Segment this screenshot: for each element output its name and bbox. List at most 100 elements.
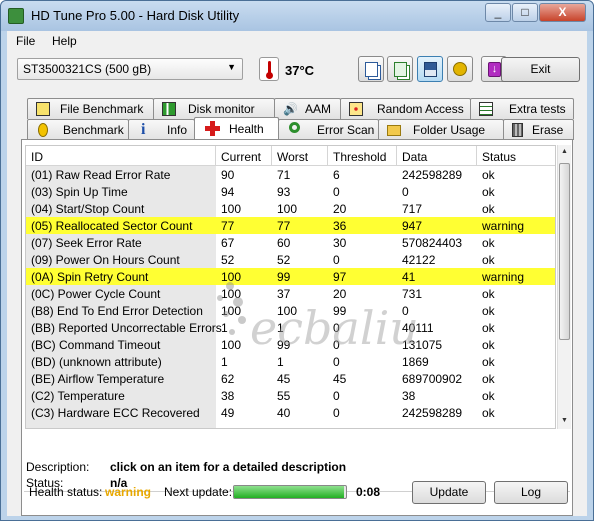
- cell-current: 100: [221, 202, 242, 216]
- cell-status: ok: [482, 236, 495, 250]
- save-button[interactable]: [417, 56, 443, 82]
- cell-id: (07) Seek Error Rate: [31, 236, 142, 250]
- update-progress-fill: [234, 486, 344, 498]
- cell-status: ok: [482, 304, 495, 318]
- menu-help[interactable]: Help: [52, 34, 77, 48]
- scroll-up-arrow-icon[interactable]: ▲: [561, 148, 568, 155]
- cell-data: 0: [402, 304, 409, 318]
- column-header-current[interactable]: Current: [216, 146, 272, 166]
- scrollbar-thumb[interactable]: [559, 163, 570, 340]
- cell-data: 131075: [402, 338, 443, 352]
- scroll-down-arrow-icon[interactable]: ▼: [561, 417, 568, 424]
- cell-id: (C2) Temperature: [31, 389, 125, 403]
- table-row[interactable]: (C2) Temperature 38 55 0 38 ok: [26, 387, 555, 404]
- cell-id: (BD) (unknown attribute): [31, 355, 162, 369]
- table-row[interactable]: (03) Spin Up Time 94 93 0 0 ok: [26, 183, 555, 200]
- tab-file-benchmark[interactable]: File Benchmark: [27, 98, 154, 119]
- options-button[interactable]: [447, 56, 473, 82]
- tab-aam[interactable]: 🔊 AAM: [274, 98, 341, 119]
- title-bar[interactable]: HD Tune Pro 5.00 - Hard Disk Utility _ □…: [1, 1, 593, 31]
- tab-label: Info: [167, 123, 188, 137]
- table-row[interactable]: (BE) Airflow Temperature 62 45 45 689700902 o…: [26, 370, 555, 387]
- cell-worst: 93: [277, 185, 291, 199]
- drive-select[interactable]: ST3500321CS (500 gB) ▼: [17, 58, 243, 80]
- cell-id: (01) Raw Read Error Rate: [31, 168, 171, 182]
- health-status-value: warning: [105, 485, 152, 499]
- cell-status: ok: [482, 253, 495, 267]
- tab-folder-usage[interactable]: Folder Usage: [378, 119, 504, 140]
- minimize-button[interactable]: _: [485, 3, 511, 22]
- tab-erase[interactable]: Erase: [503, 119, 574, 140]
- table-row[interactable]: (C3) Hardware ECC Recovered 49 40 0 24259828…: [26, 404, 555, 421]
- cell-threshold: 99: [333, 304, 347, 318]
- cell-current: 100: [221, 338, 242, 352]
- smart-table[interactable]: ID Current Worst Threshold Data Status (…: [25, 145, 556, 429]
- tab-disk-monitor[interactable]: Disk monitor: [153, 98, 275, 119]
- tab-error-scan[interactable]: Error Scan: [278, 119, 379, 140]
- menu-file[interactable]: File: [16, 34, 35, 48]
- cell-threshold: 0: [333, 389, 340, 403]
- cell-data: 689700902: [402, 372, 463, 386]
- cell-status: warning: [482, 270, 525, 284]
- table-row[interactable]: (BD) (unknown attribute) 1 1 0 1869 ok: [26, 353, 555, 370]
- update-button[interactable]: Update: [412, 481, 486, 504]
- copy-info-button[interactable]: [387, 56, 413, 82]
- tab-info[interactable]: i Info: [128, 119, 195, 140]
- tab-label: Health: [229, 122, 264, 136]
- cell-threshold: 0: [333, 321, 340, 335]
- close-button[interactable]: X: [539, 3, 586, 22]
- tab-health[interactable]: Health: [194, 117, 279, 139]
- cell-status: ok: [482, 372, 495, 386]
- folder-icon: [387, 125, 401, 136]
- cell-worst: 100: [277, 304, 298, 318]
- magnifier-icon: [289, 122, 300, 133]
- tab-random-access[interactable]: Random Access: [340, 98, 471, 119]
- cell-worst: 77: [277, 219, 291, 233]
- menu-bar: File Help: [7, 31, 587, 51]
- column-header-status[interactable]: Status: [477, 146, 555, 166]
- tab-label: File Benchmark: [60, 102, 144, 116]
- table-row[interactable]: (07) Seek Error Rate 67 60 30 570824403 ok: [26, 234, 555, 251]
- table-row-warning[interactable]: (0A) Spin Retry Count 100 99 97 41 warning: [26, 268, 555, 285]
- column-header-threshold[interactable]: Threshold: [328, 146, 397, 166]
- table-row-warning[interactable]: (05) Reallocated Sector Count 77 77 36 947 wa…: [26, 217, 555, 234]
- cell-data: 242598289: [402, 168, 463, 182]
- cell-current: 1: [221, 321, 228, 335]
- cell-worst: 71: [277, 168, 291, 182]
- cell-current: 94: [221, 185, 235, 199]
- table-row[interactable]: (01) Raw Read Error Rate 90 71 6 242598289 ok: [26, 166, 555, 183]
- exit-button[interactable]: Exit: [501, 57, 580, 82]
- table-row[interactable]: (BB) Reported Uncorrectable Errors 1 1 0 401…: [26, 319, 555, 336]
- cell-id: (04) Start/Stop Count: [31, 202, 145, 216]
- cell-id: (BC) Command Timeout: [31, 338, 161, 352]
- next-update-time: 0:08: [356, 485, 381, 499]
- tab-extra-tests[interactable]: Extra tests: [470, 98, 574, 119]
- cell-worst: 100: [277, 202, 298, 216]
- column-header-id[interactable]: ID: [26, 146, 216, 166]
- table-body: (01) Raw Read Error Rate 90 71 6 242598289 ok…: [26, 166, 555, 421]
- copy-button[interactable]: [358, 56, 384, 82]
- vertical-scrollbar[interactable]: ▲ ▼: [557, 145, 571, 429]
- log-button[interactable]: Log: [494, 481, 568, 504]
- tab-benchmark[interactable]: Benchmark: [27, 119, 129, 140]
- description-value: click on an item for a detailed descript…: [110, 460, 347, 474]
- table-row[interactable]: (0C) Power Cycle Count 100 37 20 731 ok: [26, 285, 555, 302]
- table-row[interactable]: (BC) Command Timeout 100 99 0 131075 ok: [26, 336, 555, 353]
- table-row[interactable]: (04) Start/Stop Count 100 100 20 717 ok: [26, 200, 555, 217]
- cell-threshold: 0: [333, 253, 340, 267]
- trash-icon: [512, 123, 523, 137]
- cell-current: 100: [221, 287, 242, 301]
- hdtune-app-icon: [8, 8, 24, 24]
- cell-current: 90: [221, 168, 235, 182]
- column-header-worst[interactable]: Worst: [272, 146, 328, 166]
- table-row[interactable]: (09) Power On Hours Count 52 52 0 42122 ok: [26, 251, 555, 268]
- cell-worst: 1: [277, 321, 284, 335]
- cell-current: 38: [221, 389, 235, 403]
- column-header-data[interactable]: Data: [397, 146, 477, 166]
- save-icon: [424, 62, 437, 77]
- maximize-button[interactable]: □: [512, 3, 538, 22]
- table-row[interactable]: (B8) End To End Error Detection 100 100 99 0…: [26, 302, 555, 319]
- cell-data: 242598289: [402, 406, 463, 420]
- cell-status: ok: [482, 202, 495, 216]
- cell-current: 77: [221, 219, 235, 233]
